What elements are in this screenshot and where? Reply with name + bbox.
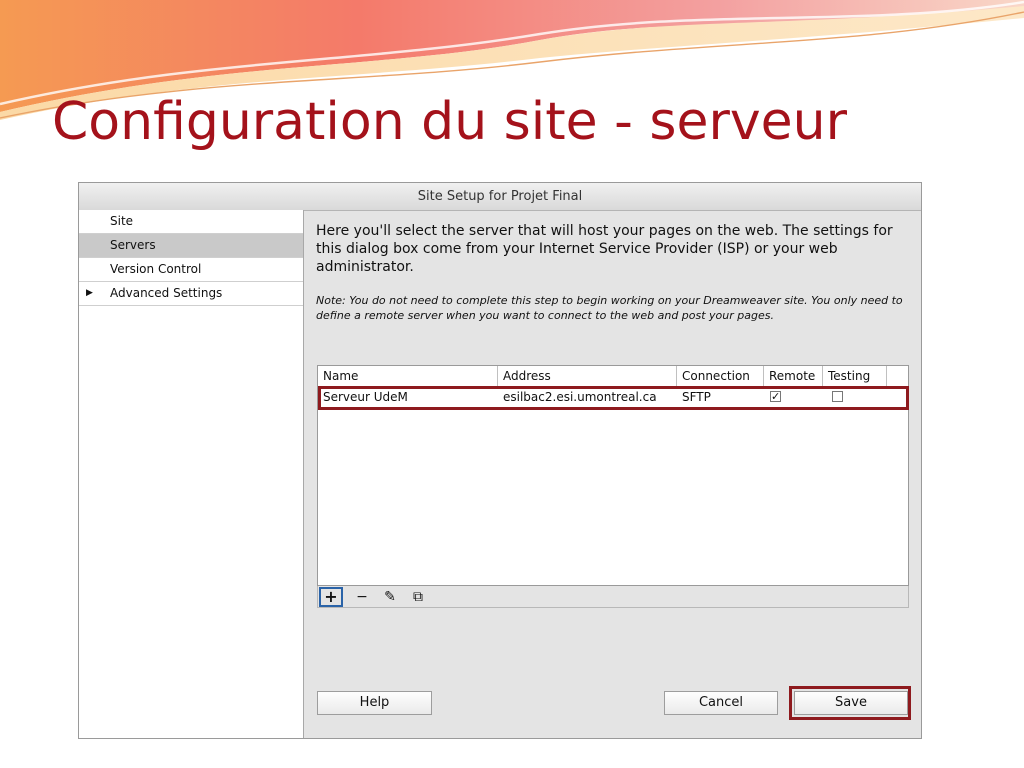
sidebar-item-label: Advanced Settings bbox=[110, 286, 223, 300]
sidebar-item-advanced-settings[interactable]: ▶ Advanced Settings bbox=[79, 282, 303, 306]
minus-icon: − bbox=[356, 589, 368, 605]
add-server-button[interactable]: + bbox=[319, 587, 343, 607]
settings-sidebar: Site Servers Version Control ▶ Advanced … bbox=[79, 210, 304, 738]
servers-panel: Here you'll select the server that will … bbox=[304, 210, 921, 738]
testing-checkbox[interactable] bbox=[832, 391, 843, 402]
site-setup-dialog: Site Setup for Projet Final Site Servers… bbox=[78, 182, 922, 739]
remove-server-button[interactable]: − bbox=[350, 587, 374, 607]
remote-checkbox[interactable]: ✓ bbox=[770, 391, 781, 402]
dialog-title: Site Setup for Projet Final bbox=[79, 183, 921, 211]
column-header-connection[interactable]: Connection bbox=[677, 366, 764, 387]
pencil-icon: ✎ bbox=[384, 589, 396, 605]
edit-server-button[interactable]: ✎ bbox=[378, 587, 402, 607]
slide-title: Configuration du site - serveur bbox=[52, 92, 847, 152]
intro-text: Here you'll select the server that will … bbox=[316, 223, 893, 275]
sidebar-item-label: Servers bbox=[110, 238, 156, 252]
sidebar-item-site[interactable]: Site bbox=[79, 210, 303, 234]
table-header: Name Address Connection Remote Testing bbox=[318, 366, 908, 388]
sidebar-item-label: Site bbox=[110, 214, 134, 228]
column-header-testing[interactable]: Testing bbox=[823, 366, 887, 387]
column-header-name[interactable]: Name bbox=[318, 366, 498, 387]
sidebar-item-label: Version Control bbox=[110, 262, 202, 276]
sidebar-item-servers[interactable]: Servers bbox=[79, 234, 303, 258]
sidebar-item-version-control[interactable]: Version Control bbox=[79, 258, 303, 282]
plus-icon: + bbox=[324, 587, 338, 606]
column-header-remote[interactable]: Remote bbox=[764, 366, 823, 387]
duplicate-icon: ⧉ bbox=[413, 589, 423, 605]
server-connection-cell: SFTP bbox=[682, 390, 711, 404]
server-address-cell: esilbac2.esi.umontreal.ca bbox=[503, 390, 657, 404]
expand-arrow-icon[interactable]: ▶ bbox=[86, 282, 93, 305]
server-table-toolbar: + − ✎ ⧉ bbox=[317, 586, 909, 608]
column-header-address[interactable]: Address bbox=[498, 366, 677, 387]
save-button[interactable]: Save bbox=[794, 691, 908, 715]
server-table: Name Address Connection Remote Testing S… bbox=[317, 365, 909, 586]
duplicate-server-button[interactable]: ⧉ bbox=[406, 587, 430, 607]
note-text: Note: You do not need to complete this s… bbox=[316, 294, 903, 322]
cancel-button[interactable]: Cancel bbox=[664, 691, 778, 715]
help-button[interactable]: Help bbox=[317, 691, 432, 715]
server-name-cell: Serveur UdeM bbox=[323, 390, 408, 404]
table-row[interactable]: Serveur UdeM esilbac2.esi.umontreal.ca S… bbox=[318, 388, 908, 407]
